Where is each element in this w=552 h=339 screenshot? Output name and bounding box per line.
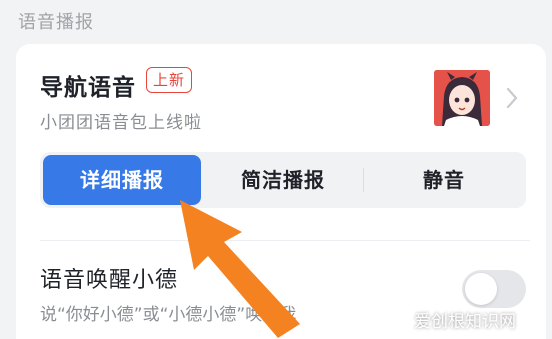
voice-pack-avatar[interactable] bbox=[434, 70, 490, 126]
mode-concise-button[interactable]: 简洁播报 bbox=[204, 152, 362, 208]
new-badge: 上新 bbox=[146, 67, 193, 93]
chevron-right-icon bbox=[506, 87, 518, 109]
broadcast-mode-selector: 详细播报 简洁播报 静音 bbox=[40, 152, 526, 208]
nav-voice-title: 导航语音 bbox=[40, 75, 136, 101]
wake-word-title: 语音唤醒小德 bbox=[40, 268, 179, 293]
row-divider bbox=[40, 240, 530, 241]
voice-settings-screen: 语音播报 导航语音 上新 小团团语音包上线啦 详细播报 简洁播报 静音 语音唤醒… bbox=[0, 0, 552, 339]
wake-word-subtitle: 说“你好小德”或“小德小德”唤醒我 bbox=[40, 305, 297, 325]
wake-word-toggle[interactable] bbox=[462, 270, 526, 308]
toggle-knob bbox=[465, 273, 497, 305]
mode-mute-button[interactable]: 静音 bbox=[364, 152, 524, 208]
section-title: 语音播报 bbox=[18, 12, 94, 33]
watermark: 爱创根知识网 bbox=[414, 312, 516, 332]
nav-voice-row[interactable]: 导航语音 上新 小团团语音包上线啦 bbox=[16, 44, 546, 148]
voice-settings-card: 导航语音 上新 小团团语音包上线啦 详细播报 简洁播报 静音 语音唤醒小德 说“… bbox=[16, 44, 546, 339]
mode-detailed-button[interactable]: 详细播报 bbox=[43, 155, 201, 205]
nav-voice-subtitle: 小团团语音包上线啦 bbox=[40, 113, 202, 133]
